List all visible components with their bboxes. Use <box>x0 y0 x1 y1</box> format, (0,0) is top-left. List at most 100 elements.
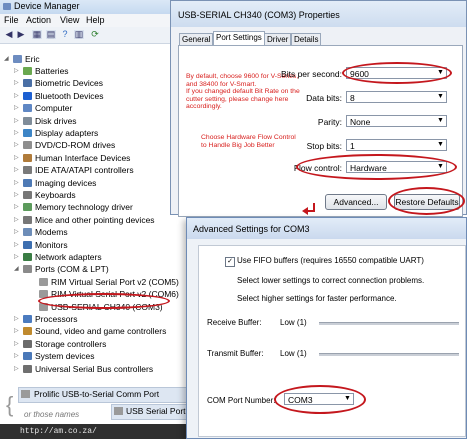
device-category-icon <box>23 215 32 224</box>
expand-icon[interactable]: ▷ <box>14 139 21 151</box>
expand-icon[interactable]: ▷ <box>14 350 21 362</box>
tree-item-label: Imaging devices <box>35 177 97 188</box>
menu-view[interactable]: View <box>60 15 79 25</box>
device-category-icon <box>39 277 48 286</box>
collapse-icon[interactable]: ◢ <box>4 53 11 65</box>
tree-item-label: Storage controllers <box>35 338 107 349</box>
expand-icon[interactable]: ▷ <box>14 313 21 325</box>
advanced-title-bar: Advanced Settings for COM3 <box>187 218 466 239</box>
tree-item-label: Sound, video and game controllers <box>35 326 167 337</box>
use-fifo-checkbox[interactable]: ✓ <box>225 257 235 267</box>
device-category-icon <box>23 191 32 199</box>
data-bits-label: Data bits: <box>306 93 342 103</box>
tree-item-label: RIM Virtual Serial Port v2 (COM5) <box>51 276 179 287</box>
menu-file[interactable]: File <box>4 15 19 25</box>
port-settings-panel: By default, choose 9600 for V-Series, an… <box>178 45 465 217</box>
expand-icon[interactable]: ▷ <box>14 90 21 102</box>
menu-action[interactable]: Action <box>26 15 51 25</box>
alt-name-1: Prolific USB-to-Serial Comm Port <box>34 389 160 399</box>
receive-buffer-slider[interactable] <box>319 322 459 325</box>
alt-name-2-box: USB Serial Port <box>111 404 189 420</box>
details-icon[interactable]: ▥ <box>74 30 84 39</box>
expand-icon[interactable]: ▷ <box>14 239 21 251</box>
device-category-icon <box>23 91 32 100</box>
menu-help[interactable]: Help <box>86 15 105 25</box>
data-bits-select[interactable]: 8 ▼ <box>346 91 447 103</box>
tree-item-label: IDE ATA/ATAPI controllers <box>35 165 134 176</box>
expand-icon[interactable]: ▷ <box>14 77 21 89</box>
tree-item-label: Mice and other pointing devices <box>35 214 155 225</box>
expand-icon[interactable]: ▷ <box>14 214 21 226</box>
device-category-icon <box>23 228 32 237</box>
expand-icon[interactable]: ▷ <box>14 363 21 375</box>
forward-icon[interactable]: ▶ <box>16 30 26 39</box>
expand-icon[interactable]: ▷ <box>14 177 21 189</box>
device-category-icon <box>23 104 32 113</box>
properties-icon[interactable]: ▤ <box>46 30 56 39</box>
menu-bar: File Action View Help <box>0 14 172 27</box>
expand-icon[interactable]: ▷ <box>14 226 21 238</box>
properties-title-bar: USB-SERIAL CH340 (COM3) Properties <box>171 1 466 27</box>
advanced-settings-dialog: Advanced Settings for COM3 ✓ Use FIFO bu… <box>186 217 467 439</box>
expand-icon[interactable]: ▷ <box>14 164 21 176</box>
tab-port-settings[interactable]: Port Settings <box>213 31 265 46</box>
title-bar: Device Manager <box>0 0 172 15</box>
device-tree: ◢ Eric ▷ Batteries ▷ Biometric Devices ▷ Blue… <box>4 53 179 375</box>
chevron-down-icon: ▼ <box>437 141 444 148</box>
tree-item-label: Monitors <box>35 239 68 250</box>
properties-dialog: USB-SERIAL CH340 (COM3) Properties Gener… <box>170 0 467 217</box>
stop-bits-select[interactable]: 1 ▼ <box>346 139 447 151</box>
com-port-number-label: COM Port Number: <box>207 396 276 405</box>
expand-icon[interactable]: ▷ <box>14 127 21 139</box>
or-those-names: or those names <box>24 410 80 419</box>
device-category-icon <box>23 129 32 137</box>
brace-icon: { <box>6 392 14 417</box>
transmit-buffer-slider[interactable] <box>319 353 459 356</box>
transmit-buffer-label: Transmit Buffer: <box>207 349 264 358</box>
highlight-bits-per-second <box>342 62 452 84</box>
tree-item-label: Memory technology driver <box>35 202 133 213</box>
expand-icon[interactable]: ▷ <box>14 325 21 337</box>
device-category-icon <box>23 116 32 125</box>
device-category-icon <box>23 203 32 212</box>
expand-icon[interactable]: ▷ <box>14 102 21 114</box>
tree-item-label: Modems <box>35 227 68 238</box>
back-icon[interactable]: ◀ <box>4 30 14 39</box>
tree-item-label: Batteries <box>35 66 69 76</box>
receive-buffer-label: Receive Buffer: <box>207 318 262 327</box>
view-icon[interactable]: ▦ <box>32 30 42 39</box>
hint-lower: Select lower settings to correct connect… <box>237 276 425 285</box>
expand-icon[interactable]: ▷ <box>14 65 21 77</box>
expand-icon[interactable]: ▷ <box>14 115 21 127</box>
app-icon <box>3 3 11 10</box>
device-category-icon <box>23 67 32 75</box>
expand-icon[interactable]: ▷ <box>14 338 21 350</box>
properties-title: USB-SERIAL CH340 (COM3) Properties <box>178 10 340 20</box>
scan-icon[interactable]: ⟳ <box>90 30 100 39</box>
chevron-down-icon: ▼ <box>437 117 444 124</box>
tree-item-label: Computer <box>35 103 73 114</box>
parity-select[interactable]: None ▼ <box>346 115 447 127</box>
device-category-icon <box>23 315 32 323</box>
tree-item-label: Display adapters <box>35 128 99 138</box>
help-icon[interactable]: ? <box>60 30 70 39</box>
device-category-icon <box>23 339 32 348</box>
advanced-title: Advanced Settings for COM3 <box>193 224 310 234</box>
device-category-icon <box>23 178 32 187</box>
device-category-icon <box>23 240 32 249</box>
device-category-icon <box>23 265 32 274</box>
toolbar: ◀ ▶ ▦ ▤ ? ▥ ⟳ <box>0 27 172 44</box>
expand-icon[interactable]: ▷ <box>14 251 21 263</box>
tree-item-label: System devices <box>35 351 95 362</box>
expand-icon[interactable]: ▷ <box>14 152 21 164</box>
device-category-icon <box>23 141 32 150</box>
use-fifo-label: Use FIFO buffers (requires 16550 compati… <box>237 256 424 265</box>
tree-item-label: Network adapters <box>35 252 102 262</box>
expand-icon[interactable]: ▷ <box>14 189 21 201</box>
collapse-icon[interactable]: ◢ <box>14 263 21 275</box>
tree-item-label: Keyboards <box>35 190 76 200</box>
tree-item-label: Universal Serial Bus controllers <box>35 363 154 374</box>
expand-icon[interactable]: ▷ <box>14 201 21 213</box>
advanced-button[interactable]: Advanced... <box>325 194 387 210</box>
source-url: http://am.co.za/ <box>20 427 97 436</box>
